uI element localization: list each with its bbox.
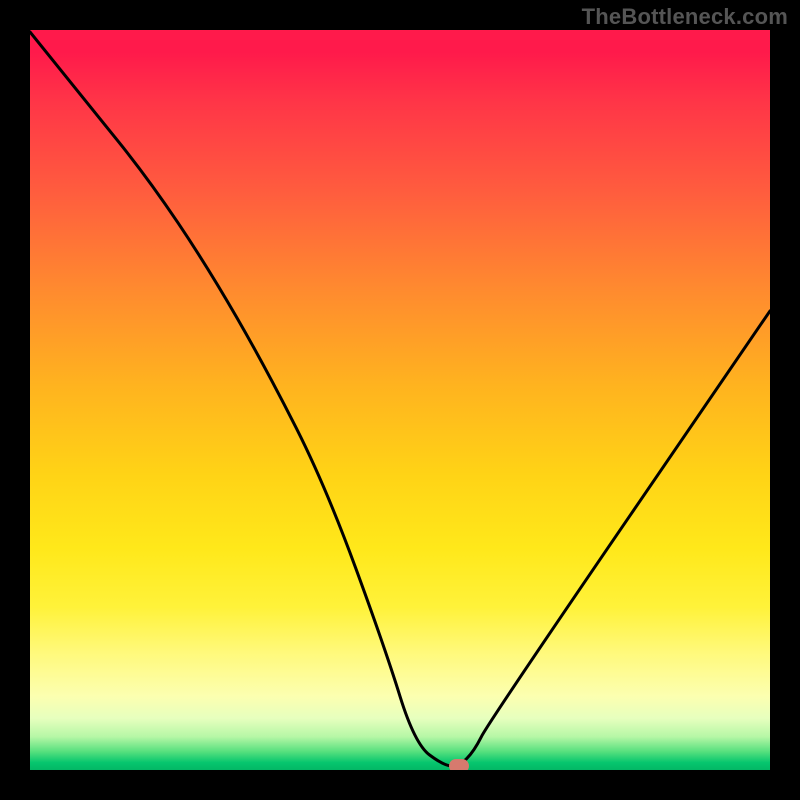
plot-area <box>30 30 770 770</box>
chart-frame: TheBottleneck.com <box>0 0 800 800</box>
optimal-point-marker <box>449 759 469 770</box>
bottleneck-curve <box>30 30 770 770</box>
watermark-text: TheBottleneck.com <box>582 4 788 30</box>
